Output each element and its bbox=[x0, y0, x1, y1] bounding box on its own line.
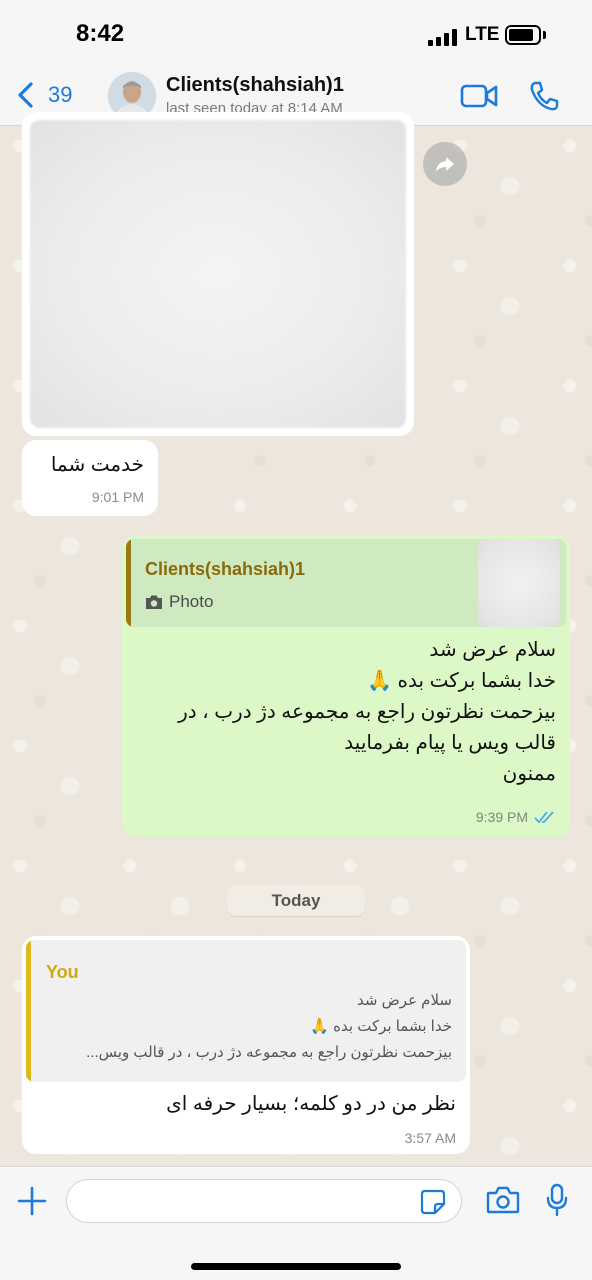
quote-line: سلام عرض شد bbox=[357, 992, 452, 1009]
signal-icon bbox=[428, 28, 458, 46]
home-indicator[interactable] bbox=[191, 1263, 401, 1270]
message-line: خدا بشما برکت بده 🙏 bbox=[367, 670, 556, 692]
sticker-icon[interactable] bbox=[420, 1189, 446, 1215]
quoted-message[interactable]: Clients(shahsiah)1 Photo bbox=[126, 539, 566, 627]
blurred-photo bbox=[30, 120, 406, 428]
message-line: سلام عرض شد bbox=[429, 639, 556, 661]
quote-accent-bar bbox=[26, 940, 31, 1082]
quote-accent-bar bbox=[126, 539, 131, 627]
read-ticks-icon bbox=[534, 811, 554, 824]
message-time: 9:01 PM bbox=[91, 489, 144, 505]
message-text: خدمت شما bbox=[50, 454, 144, 476]
quoted-message[interactable]: You سلام عرض شد خدا بشما برکت بده 🙏 بیزح… bbox=[26, 940, 466, 1082]
quote-author: You bbox=[46, 962, 79, 982]
chevron-left-icon bbox=[18, 82, 33, 108]
outgoing-message[interactable]: Clients(shahsiah)1 Photo سلام عرض شد خدا… bbox=[122, 535, 570, 837]
quote-line: بیزحمت نظرتون راجع به مجموعه دژ درب ، در… bbox=[86, 1044, 452, 1061]
photo-message[interactable] bbox=[22, 112, 414, 436]
camera-small-icon bbox=[146, 595, 162, 609]
incoming-message[interactable]: خدمت شما 9:01 PM bbox=[22, 440, 158, 516]
status-bar: 8:42 LTE bbox=[0, 0, 592, 68]
contact-name[interactable]: Clients(shahsiah)1 bbox=[166, 74, 344, 97]
quote-author: Clients(shahsiah)1 bbox=[145, 559, 306, 579]
message-line: ممنون bbox=[502, 763, 556, 785]
battery-icon bbox=[505, 25, 541, 45]
quote-photo-label: Photo bbox=[145, 592, 213, 612]
phone-icon[interactable] bbox=[528, 80, 560, 112]
video-call-icon[interactable] bbox=[460, 82, 498, 110]
status-time: 8:42 bbox=[76, 20, 125, 47]
message-line: قالب ویس یا پیام بفرمایید bbox=[344, 732, 556, 754]
network-label: LTE bbox=[465, 24, 500, 45]
camera-icon[interactable] bbox=[486, 1185, 520, 1215]
quote-thumbnail bbox=[478, 539, 560, 627]
quote-body: سلام عرض شد خدا بشما برکت بده 🙏 بیزحمت ن… bbox=[42, 988, 452, 1066]
forward-button[interactable] bbox=[423, 142, 467, 186]
message-meta: 9:39 PM bbox=[476, 809, 556, 825]
quote-line: خدا بشما برکت بده 🙏 bbox=[310, 1018, 452, 1035]
battery-level bbox=[509, 29, 533, 41]
quote-type: Photo bbox=[169, 592, 214, 611]
unread-count: 39 bbox=[48, 82, 73, 107]
composer-bar bbox=[0, 1166, 592, 1280]
message-input[interactable] bbox=[66, 1179, 462, 1223]
battery-cap bbox=[543, 31, 546, 39]
back-button[interactable]: 39 bbox=[14, 80, 72, 110]
message-line: بیزحمت نظرتون راجع به مجموعه دژ درب ، در bbox=[178, 701, 556, 723]
message-time: 9:39 PM bbox=[475, 809, 528, 825]
message-text: نظر من در دو کلمه؛ بسیار حرفه ای bbox=[166, 1093, 456, 1115]
incoming-reply-message[interactable]: You سلام عرض شد خدا بشما برکت بده 🙏 بیزح… bbox=[22, 936, 470, 1154]
day-separator: Today bbox=[227, 885, 365, 916]
microphone-icon[interactable] bbox=[546, 1183, 568, 1217]
plus-icon[interactable] bbox=[16, 1185, 48, 1217]
forward-icon bbox=[436, 157, 454, 172]
message-time: 3:57 AM bbox=[404, 1130, 456, 1146]
message-body: سلام عرض شد خدا بشما برکت بده 🙏 بیزحمت ن… bbox=[136, 635, 556, 790]
